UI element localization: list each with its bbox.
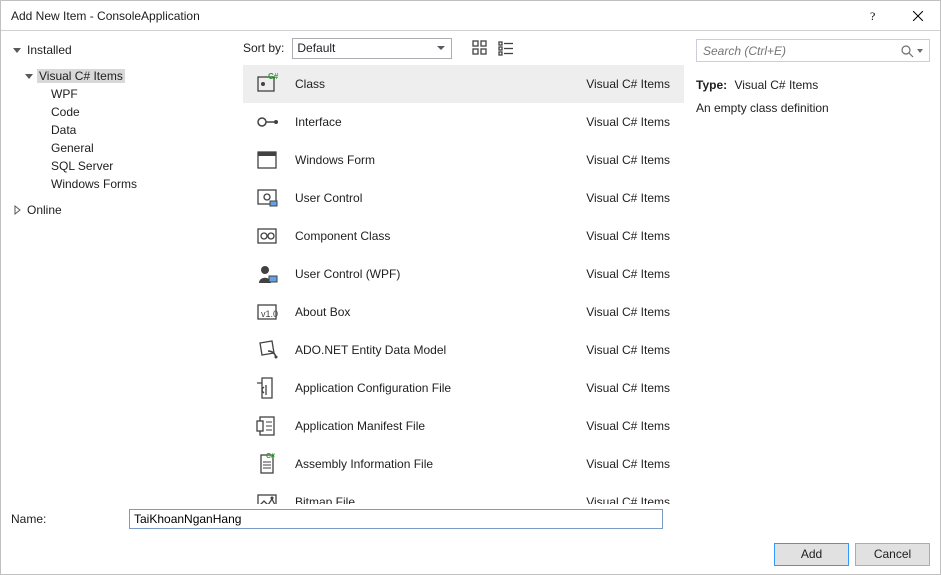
details-panel: Type: Visual C# Items An empty class def… (688, 31, 940, 504)
template-category: Visual C# Items (586, 381, 670, 395)
search-box[interactable] (696, 39, 930, 62)
svg-text:?: ? (870, 11, 875, 21)
main-area: Installed Visual C# Items WPF Code Data … (1, 31, 940, 504)
template-icon (253, 184, 281, 212)
template-category: Visual C# Items (586, 153, 670, 167)
template-category: Visual C# Items (586, 267, 670, 281)
sort-by-dropdown[interactable]: Default (292, 38, 452, 59)
sort-by-value: Default (297, 41, 335, 55)
template-icon (253, 222, 281, 250)
template-category: Visual C# Items (586, 191, 670, 205)
template-category: Visual C# Items (586, 305, 670, 319)
template-category: Visual C# Items (586, 343, 670, 357)
template-icon (253, 374, 281, 402)
tree-item-winforms[interactable]: Windows Forms (9, 175, 243, 193)
template-icon (253, 108, 281, 136)
template-name: Bitmap File (295, 495, 572, 504)
title-bar: Add New Item - ConsoleApplication ? (1, 1, 940, 31)
template-row[interactable]: Bitmap File Visual C# Items (243, 483, 684, 504)
dialog-footer: Add Cancel (1, 534, 940, 574)
template-category: Visual C# Items (586, 419, 670, 433)
template-category: Visual C# Items (586, 495, 670, 504)
window-title: Add New Item - ConsoleApplication (11, 9, 850, 23)
template-name: User Control (295, 191, 572, 205)
name-input[interactable] (129, 509, 663, 529)
template-icon (253, 260, 281, 288)
template-icon: v1.0 (253, 298, 281, 326)
template-icon (253, 488, 281, 504)
template-icon (253, 412, 281, 440)
template-row[interactable]: Application Manifest File Visual C# Items (243, 407, 684, 445)
help-button[interactable]: ? (850, 1, 895, 31)
view-medium-icons-button[interactable] (470, 38, 490, 58)
template-name: Windows Form (295, 153, 572, 167)
template-row[interactable]: ADO.NET Entity Data Model Visual C# Items (243, 331, 684, 369)
tree-installed-label: Installed (25, 43, 74, 57)
search-icon[interactable] (899, 43, 915, 59)
tree-item-code[interactable]: Code (9, 103, 243, 121)
tree-csharp-items-label: Visual C# Items (37, 69, 125, 83)
template-category: Visual C# Items (586, 77, 670, 91)
tree-online-label: Online (25, 203, 64, 217)
template-details: Type: Visual C# Items An empty class def… (696, 62, 930, 118)
template-name: About Box (295, 305, 572, 319)
tree-installed[interactable]: Installed (9, 41, 243, 59)
template-name: User Control (WPF) (295, 267, 572, 281)
name-label: Name: (11, 512, 129, 526)
template-icon (253, 336, 281, 364)
template-category: Visual C# Items (586, 457, 670, 471)
dropdown-icon[interactable] (915, 43, 925, 59)
template-category: Visual C# Items (586, 229, 670, 243)
template-list[interactable]: C# Class Visual C# Items Interface Visual C#… (243, 65, 688, 504)
tree-online[interactable]: Online (9, 201, 243, 219)
template-name: Component Class (295, 229, 572, 243)
name-row: Name: (1, 504, 940, 534)
type-value: Visual C# Items (734, 78, 818, 92)
template-name: Application Manifest File (295, 419, 572, 433)
template-row[interactable]: User Control Visual C# Items (243, 179, 684, 217)
template-name: Application Configuration File (295, 381, 572, 395)
tree-item-sql[interactable]: SQL Server (9, 157, 243, 175)
template-name: Interface (295, 115, 572, 129)
template-row[interactable]: Interface Visual C# Items (243, 103, 684, 141)
template-icon (253, 146, 281, 174)
template-name: Assembly Information File (295, 457, 572, 471)
template-row[interactable]: Windows Form Visual C# Items (243, 141, 684, 179)
view-small-icons-button[interactable] (496, 38, 516, 58)
type-label: Type: (696, 78, 731, 92)
tree-item-data[interactable]: Data (9, 121, 243, 139)
template-row[interactable]: Component Class Visual C# Items (243, 217, 684, 255)
template-description: An empty class definition (696, 99, 930, 118)
add-button[interactable]: Add (774, 543, 849, 566)
tree-item-general[interactable]: General (9, 139, 243, 157)
svg-text:v1.0: v1.0 (261, 309, 278, 319)
sort-by-label: Sort by: (243, 41, 286, 55)
category-tree: Installed Visual C# Items WPF Code Data … (1, 31, 243, 504)
template-name: ADO.NET Entity Data Model (295, 343, 572, 357)
template-category: Visual C# Items (586, 115, 670, 129)
template-row[interactable]: User Control (WPF) Visual C# Items (243, 255, 684, 293)
chevron-down-icon (23, 70, 35, 82)
chevron-down-icon (433, 39, 449, 57)
template-row[interactable]: v1.0 About Box Visual C# Items (243, 293, 684, 331)
svg-text:C#: C# (266, 453, 275, 460)
chevron-right-icon (11, 204, 23, 216)
template-panel: Sort by: Default (243, 31, 688, 504)
template-row[interactable]: C# Assembly Information File Visual C# Ite… (243, 445, 684, 483)
template-row[interactable]: C# Class Visual C# Items (243, 65, 684, 103)
search-input[interactable] (701, 43, 899, 59)
tree-csharp-items[interactable]: Visual C# Items (9, 67, 243, 85)
close-button[interactable] (895, 1, 940, 31)
template-header: Sort by: Default (243, 31, 688, 65)
template-icon: C# (253, 450, 281, 478)
cancel-button[interactable]: Cancel (855, 543, 930, 566)
template-name: Class (295, 77, 572, 91)
tree-item-wpf[interactable]: WPF (9, 85, 243, 103)
chevron-down-icon (11, 44, 23, 56)
svg-text:C#: C# (268, 72, 279, 81)
template-row[interactable]: Application Configuration File Visual C# … (243, 369, 684, 407)
template-icon: C# (253, 70, 281, 98)
